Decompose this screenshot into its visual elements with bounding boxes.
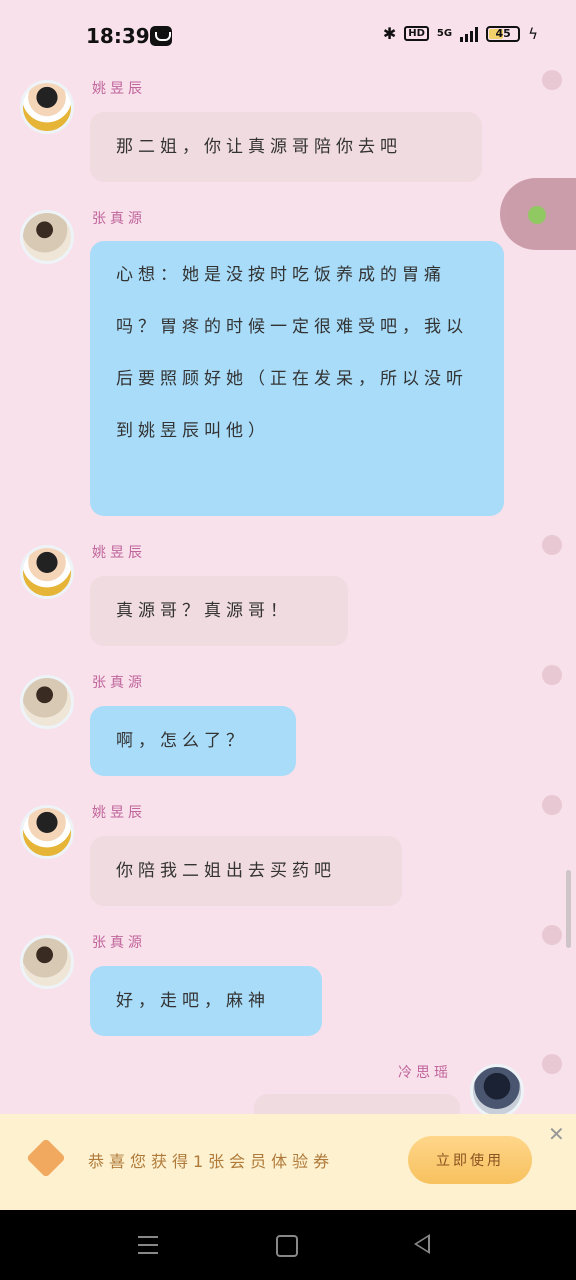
message-bubble[interactable]: 啊，怎么了？ <box>90 706 296 776</box>
home-icon[interactable] <box>276 1235 298 1257</box>
back-icon[interactable] <box>414 1234 430 1254</box>
select-dot[interactable] <box>542 535 562 555</box>
select-dot[interactable] <box>542 70 562 90</box>
sender-name: 张真源 <box>92 675 146 691</box>
sender-name: 冷思瑶 <box>398 1065 452 1081</box>
message-bubble[interactable]: 好，走吧，麻神 <box>90 966 322 1036</box>
sender-name: 张真源 <box>92 935 146 951</box>
avatar[interactable] <box>20 805 74 859</box>
avatar[interactable] <box>20 80 74 134</box>
select-dot[interactable] <box>542 925 562 945</box>
app-notification-icon <box>150 26 172 46</box>
promo-text: 恭喜您获得1张会员体验券 <box>88 1152 335 1171</box>
use-now-button[interactable]: 立即使用 <box>408 1136 532 1184</box>
close-icon[interactable]: ✕ <box>548 1122 565 1146</box>
sender-name: 姚昱辰 <box>92 81 146 97</box>
message-bubble[interactable]: 那二姐，你让真源哥陪你去吧 <box>90 112 482 182</box>
status-bar: 18:39 ✱ HD 5G 45 ϟ <box>0 0 576 72</box>
avatar[interactable] <box>20 210 74 264</box>
select-dot[interactable] <box>542 665 562 685</box>
avatar[interactable] <box>20 675 74 729</box>
scrollbar[interactable] <box>566 870 571 948</box>
select-dot[interactable] <box>542 1054 562 1074</box>
status-time: 18:39 <box>86 24 150 48</box>
sender-name: 姚昱辰 <box>92 805 146 821</box>
battery-level: 45 <box>495 26 511 40</box>
bluetooth-icon: ✱ <box>382 24 397 43</box>
select-dot[interactable] <box>542 795 562 815</box>
message-bubble[interactable]: 真源哥？真源哥！ <box>90 576 348 646</box>
avatar[interactable] <box>20 935 74 989</box>
signal-icon <box>460 26 479 42</box>
charging-icon: ϟ <box>528 24 538 43</box>
avatar[interactable] <box>470 1064 524 1118</box>
message-bubble[interactable]: 你陪我二姐出去买药吧 <box>90 836 402 906</box>
recent-apps-icon[interactable] <box>138 1236 158 1254</box>
avatar[interactable] <box>20 545 74 599</box>
sender-name: 张真源 <box>92 211 146 227</box>
battery-icon: 45 <box>486 25 521 42</box>
message-bubble[interactable]: 心想：她是没按时吃饭养成的胃痛吗？胃疼的时候一定很难受吧，我以后要照顾好她（正在… <box>90 241 504 516</box>
sender-name: 姚昱辰 <box>92 545 146 561</box>
hd-badge: HD <box>404 26 429 41</box>
floating-widget[interactable] <box>500 178 576 250</box>
widget-icon <box>528 206 546 224</box>
network-type: 5G <box>436 28 453 39</box>
